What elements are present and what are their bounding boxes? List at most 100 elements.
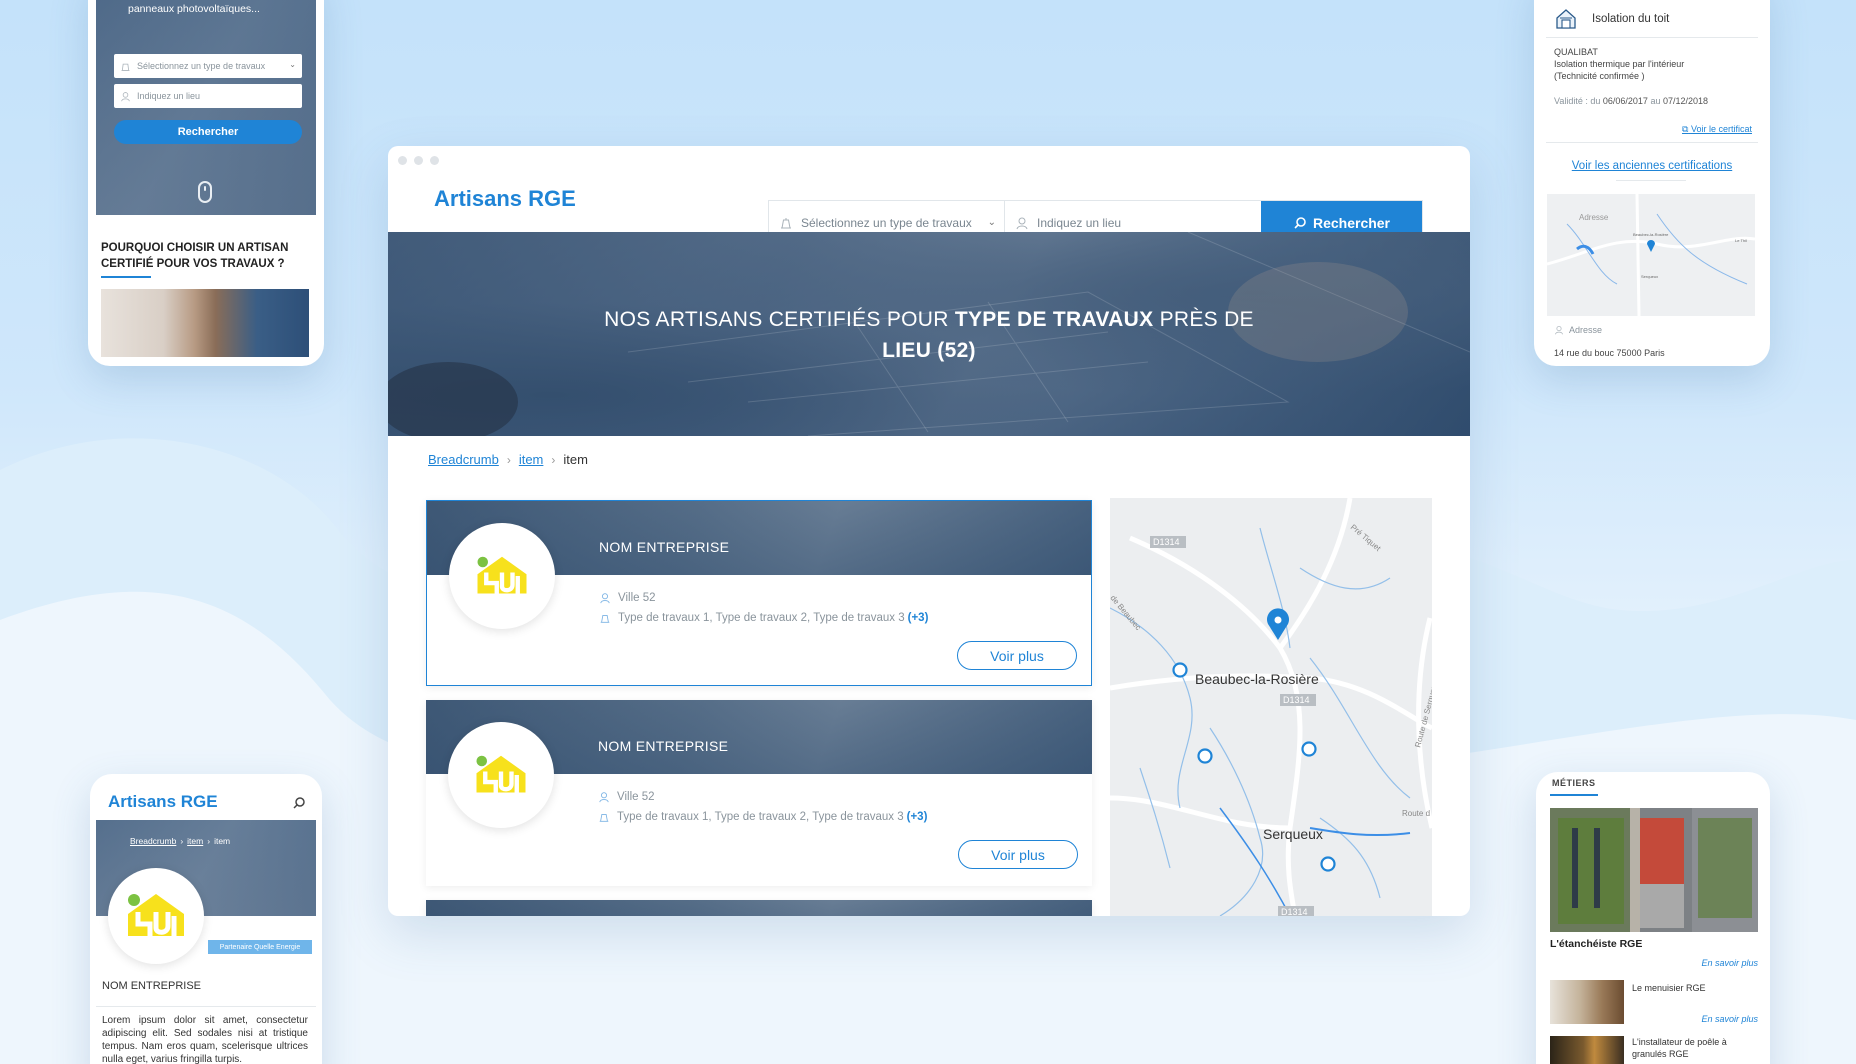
stove-thumbnail[interactable] — [1550, 1036, 1624, 1064]
site-header: Artisans RGE Sélectionnez un type de tra… — [388, 166, 1470, 245]
view-certificate-link[interactable]: ⧉ Voir le certificat — [1682, 124, 1752, 135]
chevron-down-icon: ⌄ — [987, 217, 996, 228]
breadcrumb-link[interactable]: item — [519, 452, 544, 467]
company-name[interactable]: NOM ENTREPRISE — [598, 738, 728, 754]
result-card[interactable]: NOM ENTREPRISE Ville 52 Type de travaux … — [426, 500, 1092, 686]
company-name: NOM ENTREPRISE — [102, 980, 202, 992]
person-icon — [600, 593, 610, 604]
window-dot[interactable] — [430, 156, 439, 165]
phone-place-input[interactable]: Indiquez un lieu — [114, 84, 302, 108]
person-icon — [599, 792, 609, 803]
heading-underline — [101, 276, 151, 278]
window-dot[interactable] — [414, 156, 423, 165]
type-select-placeholder: Sélectionnez un type de travaux — [801, 215, 972, 230]
learn-more-link[interactable]: En savoir plus — [1701, 958, 1758, 968]
result-card[interactable]: NOM ENTREPRISE Ville 52 Type de travaux … — [426, 700, 1092, 886]
map-canvas: D1314 D1314 D1314 Pré Tiquet de Beaubec … — [1110, 498, 1432, 916]
search-icon[interactable] — [292, 796, 306, 810]
see-more-button[interactable]: Voir plus — [957, 641, 1077, 670]
section-underline — [1550, 794, 1598, 796]
green-roof-photo[interactable] — [1550, 808, 1758, 932]
results-map[interactable]: D1314 D1314 D1314 Pré Tiquet de Beaubec … — [1110, 498, 1432, 916]
chevron-right-icon: › — [551, 452, 556, 467]
more-trades-count[interactable]: (+3) — [908, 612, 929, 624]
phone-certification-mockup: Isolation du toit QUALIBAT Isolation the… — [1534, 0, 1770, 366]
result-card[interactable] — [426, 900, 1092, 916]
chevron-right-icon: › — [180, 836, 184, 846]
more-trades-count[interactable]: (+3) — [907, 811, 928, 823]
scroll-mouse-icon — [198, 181, 212, 203]
map-roads: Adresse Beaubec-la-Rosière Serqueux Le T… — [1547, 194, 1755, 316]
why-heading: POURQUOI CHOISIR UN ARTISAN CERTIFIÉ POU… — [101, 242, 289, 270]
quelle-energie-logo — [128, 894, 184, 936]
company-logo — [449, 523, 555, 629]
hardhat-icon — [781, 217, 791, 228]
company-trades: Type de travaux 1, Type de travaux 2, Ty… — [598, 811, 927, 823]
house-insulation-icon — [1556, 8, 1576, 29]
company-city: Ville 52 — [599, 592, 656, 604]
company-trades: Type de travaux 1, Type de travaux 2, Ty… — [599, 612, 928, 624]
search-button-label: Rechercher — [1312, 214, 1391, 231]
learn-more-link[interactable]: En savoir plus — [1701, 1014, 1758, 1024]
breadcrumb-current: item — [563, 452, 588, 467]
phone-type-select[interactable]: Sélectionnez un type de travaux ⌄ — [114, 54, 302, 78]
phone-place-placeholder: Indiquez un lieu — [137, 91, 201, 101]
trade-item-carpenter[interactable]: Le menuisier RGE — [1632, 982, 1752, 994]
map-place-label: Serqueux — [1263, 826, 1323, 842]
svg-text:Route d: Route d — [1402, 809, 1430, 818]
carpenter-thumbnail[interactable] — [1550, 980, 1624, 1024]
hero-type: TYPE DE TRAVAUX — [954, 308, 1154, 331]
search-icon — [1294, 216, 1306, 229]
phone-search-button[interactable]: Rechercher — [114, 120, 302, 144]
company-description: Lorem ipsum dolor sit amet, consectetur … — [102, 1015, 308, 1064]
window-controls — [398, 156, 439, 165]
svg-text:D1314: D1314 — [1283, 695, 1310, 705]
hero-title: NOS ARTISANS CERTIFIÉS POUR TYPE DE TRAV… — [388, 304, 1470, 366]
person-icon — [121, 91, 130, 101]
company-logo — [448, 722, 554, 828]
svg-text:D1314: D1314 — [1281, 907, 1308, 916]
breadcrumb-link[interactable]: item — [187, 836, 203, 846]
certif-org: QUALIBAT — [1554, 47, 1598, 57]
card-banner-image — [426, 900, 1092, 916]
phone-breadcrumb: Breadcrumb › item › item — [130, 836, 230, 846]
external-link-icon: ⧉ — [1682, 124, 1689, 134]
svg-text:Le Thil: Le Thil — [1735, 238, 1747, 243]
chevron-right-icon: › — [506, 452, 511, 467]
hero-middle: PRÈS DE — [1159, 308, 1254, 331]
company-name[interactable]: NOM ENTREPRISE — [599, 539, 729, 555]
quelle-energie-logo — [477, 556, 527, 594]
phone-hero-text: panneaux photovoltaïques... — [128, 3, 260, 15]
certif-desc-2: (Technicité confirmée ) — [1554, 71, 1645, 81]
aerial-roof-image — [1550, 808, 1758, 932]
certif-desc-1: Isolation thermique par l'intérieur — [1554, 59, 1685, 69]
map-place-label: Beaubec-la-Rosière — [1195, 671, 1319, 687]
phone-profile-mockup: Artisans RGE Breadcrumb › item › item Pa… — [90, 774, 322, 1064]
certif-map[interactable]: Adresse Beaubec-la-Rosière Serqueux Le T… — [1547, 194, 1755, 316]
browser-window: Artisans RGE Sélectionnez un type de tra… — [388, 146, 1470, 916]
section-label: MÉTIERS — [1552, 778, 1596, 788]
company-city: Ville 52 — [598, 791, 655, 803]
chevron-right-icon: › — [207, 836, 211, 846]
trade-item-stove[interactable]: L'installateur de poêle à granulés RGE — [1632, 1036, 1752, 1060]
phone-search-mockup: panneaux photovoltaïques... Sélectionnez… — [88, 0, 324, 366]
certif-title: Isolation du toit — [1592, 12, 1670, 25]
place-placeholder: Indiquez un lieu — [1037, 215, 1122, 230]
featured-trade-title[interactable]: L'étanchéiste RGE — [1550, 938, 1642, 950]
phone-logo[interactable]: Artisans RGE — [108, 792, 218, 812]
phone-trades-mockup: MÉTIERS L'étanchéiste RGE En savoir plus… — [1536, 772, 1770, 1064]
hardhat-icon — [121, 63, 130, 71]
site-logo[interactable]: Artisans RGE — [434, 186, 576, 212]
breadcrumb-link[interactable]: Breadcrumb — [428, 452, 499, 467]
svg-text:Serqueux: Serqueux — [1641, 274, 1658, 279]
certif-validity: Validité : du 06/06/2017 au 07/12/2018 — [1554, 96, 1709, 106]
company-logo — [108, 868, 204, 964]
address-value: 14 rue du bouc 75000 Paris — [1554, 348, 1665, 358]
quelle-energie-logo — [476, 755, 526, 793]
hero-place: LIEU (52) — [882, 339, 976, 362]
see-more-button[interactable]: Voir plus — [958, 840, 1078, 869]
old-certifications-link[interactable]: Voir les anciennes certifications — [1534, 160, 1770, 172]
breadcrumb-current: item — [214, 836, 231, 846]
window-dot[interactable] — [398, 156, 407, 165]
breadcrumb-link[interactable]: Breadcrumb — [130, 836, 176, 846]
